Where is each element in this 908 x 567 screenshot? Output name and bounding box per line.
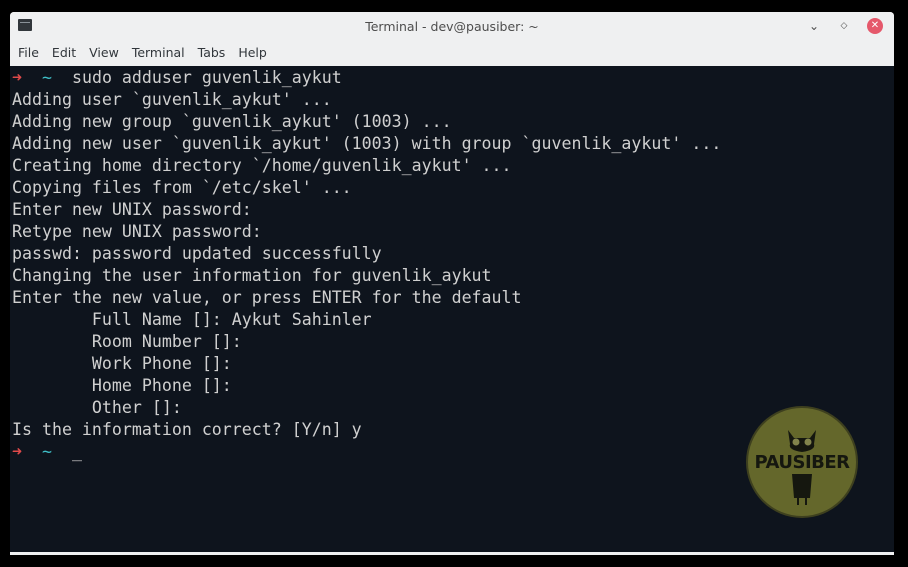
output-line: Changing the user information for guvenl… (12, 266, 492, 285)
output-line: Adding new user `guvenlik_aykut' (1003) … (12, 134, 722, 153)
minimize-button[interactable]: ⌄ (806, 18, 822, 34)
output-line: Retype new UNIX password: (12, 222, 262, 241)
output-line: Enter new UNIX password: (12, 200, 252, 219)
close-button[interactable]: ✕ (867, 18, 883, 34)
output-line: Full Name []: Aykut Sahinler (12, 310, 372, 329)
output-line: Work Phone []: (12, 354, 232, 373)
window-title: Terminal - dev@pausiber: ~ (365, 19, 539, 34)
prompt-line: ➜ ~ sudo adduser guvenlik_aykut (10, 67, 894, 89)
output-line: passwd: password updated successfully (12, 244, 382, 263)
prompt-directory: ~ (41, 68, 52, 87)
output-line: Home Phone []: (12, 376, 232, 395)
menu-tabs[interactable]: Tabs (192, 42, 232, 63)
menu-file[interactable]: File (12, 42, 45, 63)
menu-edit[interactable]: Edit (46, 42, 82, 63)
maximize-button[interactable]: ◇ (836, 18, 852, 34)
prompt-arrow-icon: ➜ (12, 442, 22, 461)
prompt-directory: ~ (41, 442, 52, 461)
command-text: sudo adduser guvenlik_aykut (71, 68, 342, 87)
text-cursor: _ (71, 442, 82, 461)
watermark-text: PAUSIBER (754, 452, 850, 473)
output-line: Adding new group `guvenlik_aykut' (1003)… (12, 112, 452, 131)
output-line: Copying files from `/etc/skel' ... (12, 178, 352, 197)
output-line: Creating home directory `/home/guvenlik_… (12, 156, 512, 175)
menu-terminal[interactable]: Terminal (126, 42, 191, 63)
output-line: Adding user `guvenlik_aykut' ... (12, 90, 332, 109)
menu-view[interactable]: View (83, 42, 125, 63)
menu-help[interactable]: Help (232, 42, 273, 63)
output-line: Room Number []: (12, 332, 242, 351)
title-bar[interactable]: Terminal - dev@pausiber: ~ ⌄ ◇ ✕ (10, 12, 894, 40)
prompt-arrow-icon: ➜ (12, 68, 22, 87)
menu-bar: File Edit View Terminal Tabs Help (10, 40, 894, 65)
output-line: Enter the new value, or press ENTER for … (12, 288, 522, 307)
pausiber-watermark: PAUSIBER (748, 408, 856, 516)
